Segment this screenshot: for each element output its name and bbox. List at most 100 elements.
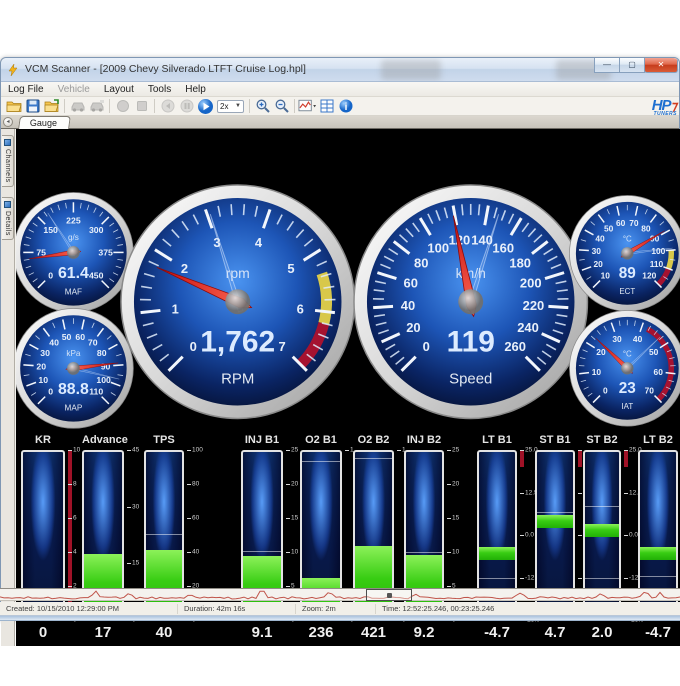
timeline-selection-handle[interactable] — [366, 589, 412, 601]
peak-marker — [146, 534, 182, 535]
menu-vehicle[interactable]: Vehicle — [51, 83, 97, 96]
status-zoom: Zoom: 2m — [296, 604, 376, 614]
svg-text:89: 89 — [618, 265, 635, 282]
aero-glass-blob — [381, 60, 441, 80]
info-icon[interactable]: i — [336, 98, 355, 115]
svg-text:120: 120 — [642, 270, 656, 280]
collapse-sidebar-button[interactable]: ◂ — [3, 117, 13, 127]
playback-speed-select[interactable]: 2x▼ — [217, 100, 244, 113]
play-icon[interactable] — [196, 98, 215, 115]
bar-value: 40 — [140, 624, 188, 641]
svg-text:i: i — [344, 102, 347, 113]
step-back-icon — [158, 98, 177, 115]
menu-layout[interactable]: Layout — [97, 83, 141, 96]
svg-text:0: 0 — [48, 386, 53, 396]
toolbar-separator — [249, 99, 250, 113]
svg-text:2: 2 — [181, 261, 188, 276]
toolbar-separator — [294, 99, 295, 113]
svg-text:50: 50 — [649, 346, 659, 356]
status-created: Created: 10/15/2010 12:29:00 PM — [0, 604, 178, 614]
left-sidebar: Channels Details — [1, 129, 15, 646]
menu-tools[interactable]: Tools — [141, 83, 178, 96]
bar-value: 2.0 — [579, 624, 625, 641]
bar-value: 9.2 — [400, 624, 448, 641]
zoom-in-icon[interactable] — [253, 98, 272, 115]
maximize-button[interactable]: ▢ — [619, 58, 645, 73]
svg-text:30: 30 — [40, 348, 50, 358]
svg-text:23: 23 — [618, 380, 635, 397]
bar-label: INJ B1 — [241, 434, 283, 446]
open-recent-icon[interactable] — [42, 98, 61, 115]
chart-display-icon[interactable] — [298, 98, 317, 115]
title-bar[interactable]: VCM Scanner - [2009 Chevy Silverado LTFT… — [1, 58, 679, 82]
svg-text:450: 450 — [89, 270, 104, 280]
peak-marker — [585, 506, 619, 507]
toolbar-separator — [154, 99, 155, 113]
bar-value: 0 — [17, 624, 69, 641]
menu-help[interactable]: Help — [178, 83, 213, 96]
bar-label: TPS — [144, 434, 184, 446]
svg-text:220: 220 — [523, 298, 545, 313]
bar-value: 421 — [349, 624, 398, 641]
svg-text:20: 20 — [406, 320, 420, 335]
stop-icon — [132, 98, 151, 115]
svg-text:110: 110 — [649, 259, 663, 269]
svg-text:80: 80 — [96, 348, 106, 358]
bar-value-band — [585, 524, 619, 537]
svg-text:20: 20 — [596, 346, 606, 356]
open-log-icon[interactable] — [4, 98, 23, 115]
minimize-button[interactable]: — — [594, 58, 620, 73]
app-icon — [7, 63, 19, 81]
gauge-ect: 102030405060708090100110120°C89ECT — [568, 194, 680, 318]
bar-value: 9.1 — [237, 624, 287, 641]
panel-icon — [4, 201, 11, 208]
bar-value: 236 — [296, 624, 346, 641]
status-time: Time: 12:52:25.246, 00:23:25.246 — [376, 604, 500, 614]
svg-text:60: 60 — [75, 332, 85, 342]
gauge-rpm: 01234567rpm1,762RPM — [118, 182, 357, 426]
bar-value-band — [537, 515, 573, 528]
bar-value: 17 — [78, 624, 128, 641]
svg-text:100: 100 — [428, 241, 450, 256]
svg-text:30: 30 — [612, 334, 622, 344]
read-vehicle-icon — [68, 98, 87, 115]
svg-text:70: 70 — [629, 218, 639, 228]
bar-label: LT B2 — [638, 434, 678, 446]
svg-text:90: 90 — [100, 361, 110, 371]
panel-icon — [4, 139, 11, 146]
toolbar-separator — [64, 99, 65, 113]
sidebar-tab-details[interactable]: Details — [2, 197, 14, 240]
svg-text:1: 1 — [172, 302, 179, 317]
gauge-map: 0102030405060708090100110kPa88.8MAP — [16, 307, 134, 435]
svg-text:60: 60 — [404, 276, 418, 291]
svg-text:180: 180 — [510, 256, 532, 271]
zoom-out-icon[interactable] — [272, 98, 291, 115]
bar-value: -4.7 — [473, 624, 521, 641]
peak-marker — [479, 578, 515, 579]
save-log-icon[interactable] — [23, 98, 42, 115]
selection-marker-icon — [387, 593, 392, 598]
svg-text:60: 60 — [653, 366, 663, 376]
svg-text:0: 0 — [48, 270, 53, 280]
log-timeline[interactable] — [0, 588, 680, 601]
svg-text:1,762: 1,762 — [201, 326, 276, 359]
pause-icon — [177, 98, 196, 115]
status-duration: Duration: 42m 16s — [178, 604, 296, 614]
bar-value-band — [479, 547, 515, 560]
svg-text:IAT: IAT — [621, 402, 633, 411]
svg-text:5: 5 — [288, 261, 295, 276]
svg-text:88.8: 88.8 — [58, 381, 89, 398]
menu-log-file[interactable]: Log File — [1, 83, 51, 96]
svg-text:°C: °C — [623, 234, 632, 243]
sidebar-tab-channels[interactable]: Channels — [2, 135, 14, 187]
svg-text:50: 50 — [61, 332, 71, 342]
table-display-icon[interactable] — [317, 98, 336, 115]
close-button[interactable]: ✕ — [644, 58, 678, 73]
vcm-scanner-window: VCM Scanner - [2009 Chevy Silverado LTFT… — [0, 57, 680, 621]
svg-text:4: 4 — [255, 235, 263, 250]
tab-gauge[interactable]: Gauge — [18, 116, 71, 129]
bar-value: 4.7 — [531, 624, 579, 641]
svg-text:70: 70 — [644, 385, 654, 395]
peak-marker — [302, 461, 340, 462]
bar-label: ST B1 — [535, 434, 575, 446]
